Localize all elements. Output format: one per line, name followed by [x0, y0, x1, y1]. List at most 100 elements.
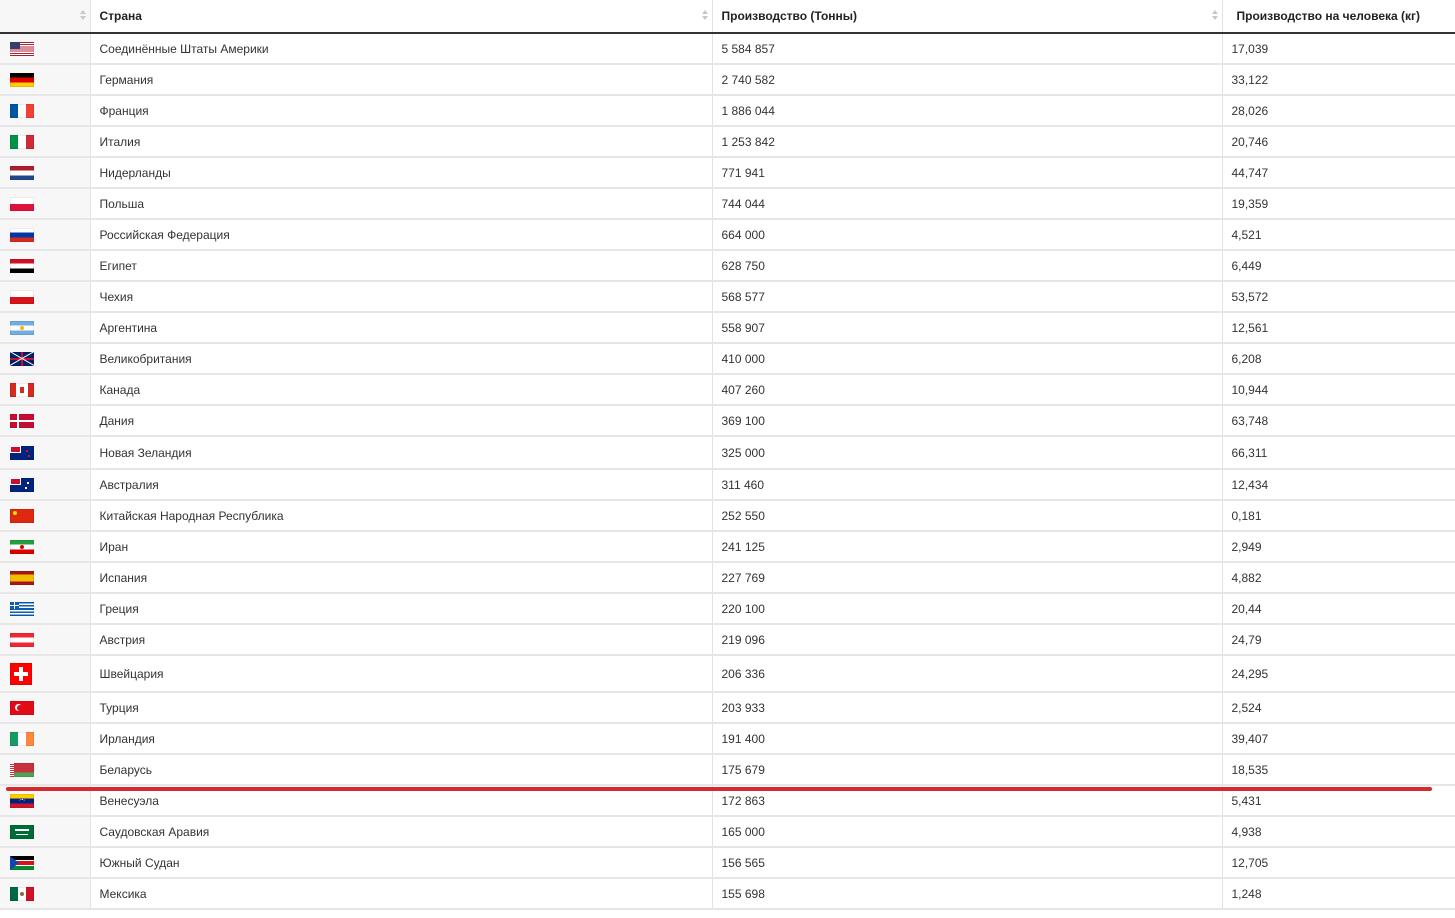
per-capita-cell: 10,944 [1222, 374, 1455, 406]
production-cell: 410 000 [712, 343, 1223, 375]
flag-cell [0, 405, 91, 437]
country-cell: Мексика [90, 878, 713, 910]
per-capita-cell: 12,705 [1222, 847, 1455, 879]
table-row: Великобритания 410 000 6,208 [0, 343, 1455, 375]
flag-cell [0, 64, 91, 96]
production-cell: 325 000 [712, 436, 1223, 470]
production-cell: 664 000 [712, 219, 1223, 251]
country-cell: Швейцария [90, 655, 713, 693]
per-capita-cell: 20,44 [1222, 593, 1455, 625]
table-body: Соединённые Штаты Америки 5 584 857 17,039… [0, 33, 1455, 910]
table-row: Египет 628 750 6,449 [0, 250, 1455, 282]
country-cell: Нидерланды [90, 157, 713, 189]
country-cell: Иран [90, 531, 713, 563]
per-capita-cell: 28,026 [1222, 95, 1455, 127]
france-flag-icon [10, 103, 34, 118]
spain-flag-icon [10, 570, 34, 585]
per-capita-cell: 53,572 [1222, 281, 1455, 313]
flag-cell [0, 562, 91, 594]
production-cell: 203 933 [712, 692, 1223, 724]
flag-cell [0, 157, 91, 189]
production-cell: 311 460 [712, 469, 1223, 501]
egypt-flag-icon [10, 258, 34, 273]
table-row: Китайская Народная Республика 252 550 0,18… [0, 500, 1455, 532]
production-cell: 155 698 [712, 878, 1223, 910]
header-flag[interactable] [0, 0, 91, 34]
per-capita-cell: 2,524 [1222, 692, 1455, 724]
per-capita-cell: 66,311 [1222, 436, 1455, 470]
flag-cell [0, 500, 91, 532]
table-row: Испания 227 769 4,882 [0, 562, 1455, 594]
turkey-flag-icon [10, 700, 34, 715]
production-cell: 744 044 [712, 188, 1223, 220]
country-cell: Канада [90, 374, 713, 406]
table-row: Швейцария 206 336 24,295 [0, 655, 1455, 693]
austria-flag-icon [10, 632, 34, 647]
germany-flag-icon [10, 72, 34, 87]
flag-cell [0, 531, 91, 563]
production-cell: 5 584 857 [712, 33, 1223, 65]
table-row: Италия 1 253 842 20,746 [0, 126, 1455, 158]
production-cell: 1 253 842 [712, 126, 1223, 158]
production-cell: 252 550 [712, 500, 1223, 532]
us-flag-icon [10, 41, 34, 56]
table-row: Австрия 219 096 24,79 [0, 624, 1455, 656]
per-capita-cell: 6,449 [1222, 250, 1455, 282]
denmark-flag-icon [10, 413, 34, 428]
per-capita-cell: 4,938 [1222, 816, 1455, 848]
table-row: Канада 407 260 10,944 [0, 374, 1455, 406]
venezuela-flag-icon [10, 793, 34, 808]
sort-icon[interactable] [79, 10, 86, 22]
table-row: Южный Судан 156 565 12,705 [0, 847, 1455, 879]
table-row: Соединённые Штаты Америки 5 584 857 17,039 [0, 33, 1455, 65]
per-capita-cell: 17,039 [1222, 33, 1455, 65]
flag-cell [0, 847, 91, 879]
header-production[interactable]: Производство (Тонны) [712, 0, 1223, 34]
per-capita-cell: 6,208 [1222, 343, 1455, 375]
country-cell: Ирландия [90, 723, 713, 755]
flag-cell [0, 343, 91, 375]
country-cell: Беларусь [90, 754, 713, 786]
table-row: Польша 744 044 19,359 [0, 188, 1455, 220]
table-row: Беларусь 175 679 18,535 [0, 754, 1455, 786]
per-capita-cell: 44,747 [1222, 157, 1455, 189]
table-row: Франция 1 886 044 28,026 [0, 95, 1455, 127]
production-cell: 628 750 [712, 250, 1223, 282]
table-row: Турция 203 933 2,524 [0, 692, 1455, 724]
highlight-divider-line [6, 787, 1432, 791]
table-row: Иран 241 125 2,949 [0, 531, 1455, 563]
canada-flag-icon [10, 382, 34, 397]
header-per-capita[interactable]: Производство на человека (кг) [1222, 0, 1455, 34]
production-cell: 191 400 [712, 723, 1223, 755]
production-cell: 771 941 [712, 157, 1223, 189]
per-capita-cell: 12,561 [1222, 312, 1455, 344]
table-row: Мексика 155 698 1,248 [0, 878, 1455, 910]
uk-flag-icon [10, 351, 34, 366]
country-cell: Соединённые Штаты Америки [90, 33, 713, 65]
flag-cell [0, 692, 91, 724]
header-country[interactable]: Страна [90, 0, 713, 34]
sort-icon[interactable] [701, 10, 708, 22]
flag-cell [0, 469, 91, 501]
flag-cell [0, 374, 91, 406]
country-cell: Франция [90, 95, 713, 127]
per-capita-cell: 39,407 [1222, 723, 1455, 755]
production-cell: 219 096 [712, 624, 1223, 656]
country-cell: Германия [90, 64, 713, 96]
per-capita-cell: 4,521 [1222, 219, 1455, 251]
table-row: Австралия 311 460 12,434 [0, 469, 1455, 501]
table-row: Дания 369 100 63,748 [0, 405, 1455, 437]
flag-cell [0, 655, 91, 693]
production-cell: 568 577 [712, 281, 1223, 313]
country-cell: Польша [90, 188, 713, 220]
production-cell: 241 125 [712, 531, 1223, 563]
country-cell: Великобритания [90, 343, 713, 375]
sort-icon[interactable] [1211, 10, 1218, 22]
per-capita-cell: 24,79 [1222, 624, 1455, 656]
production-cell: 165 000 [712, 816, 1223, 848]
country-cell: Дания [90, 405, 713, 437]
table-row: Новая Зеландия 325 000 66,311 [0, 436, 1455, 470]
table-row: Саудовская Аравия 165 000 4,938 [0, 816, 1455, 848]
per-capita-cell: 2,949 [1222, 531, 1455, 563]
production-cell: 558 907 [712, 312, 1223, 344]
